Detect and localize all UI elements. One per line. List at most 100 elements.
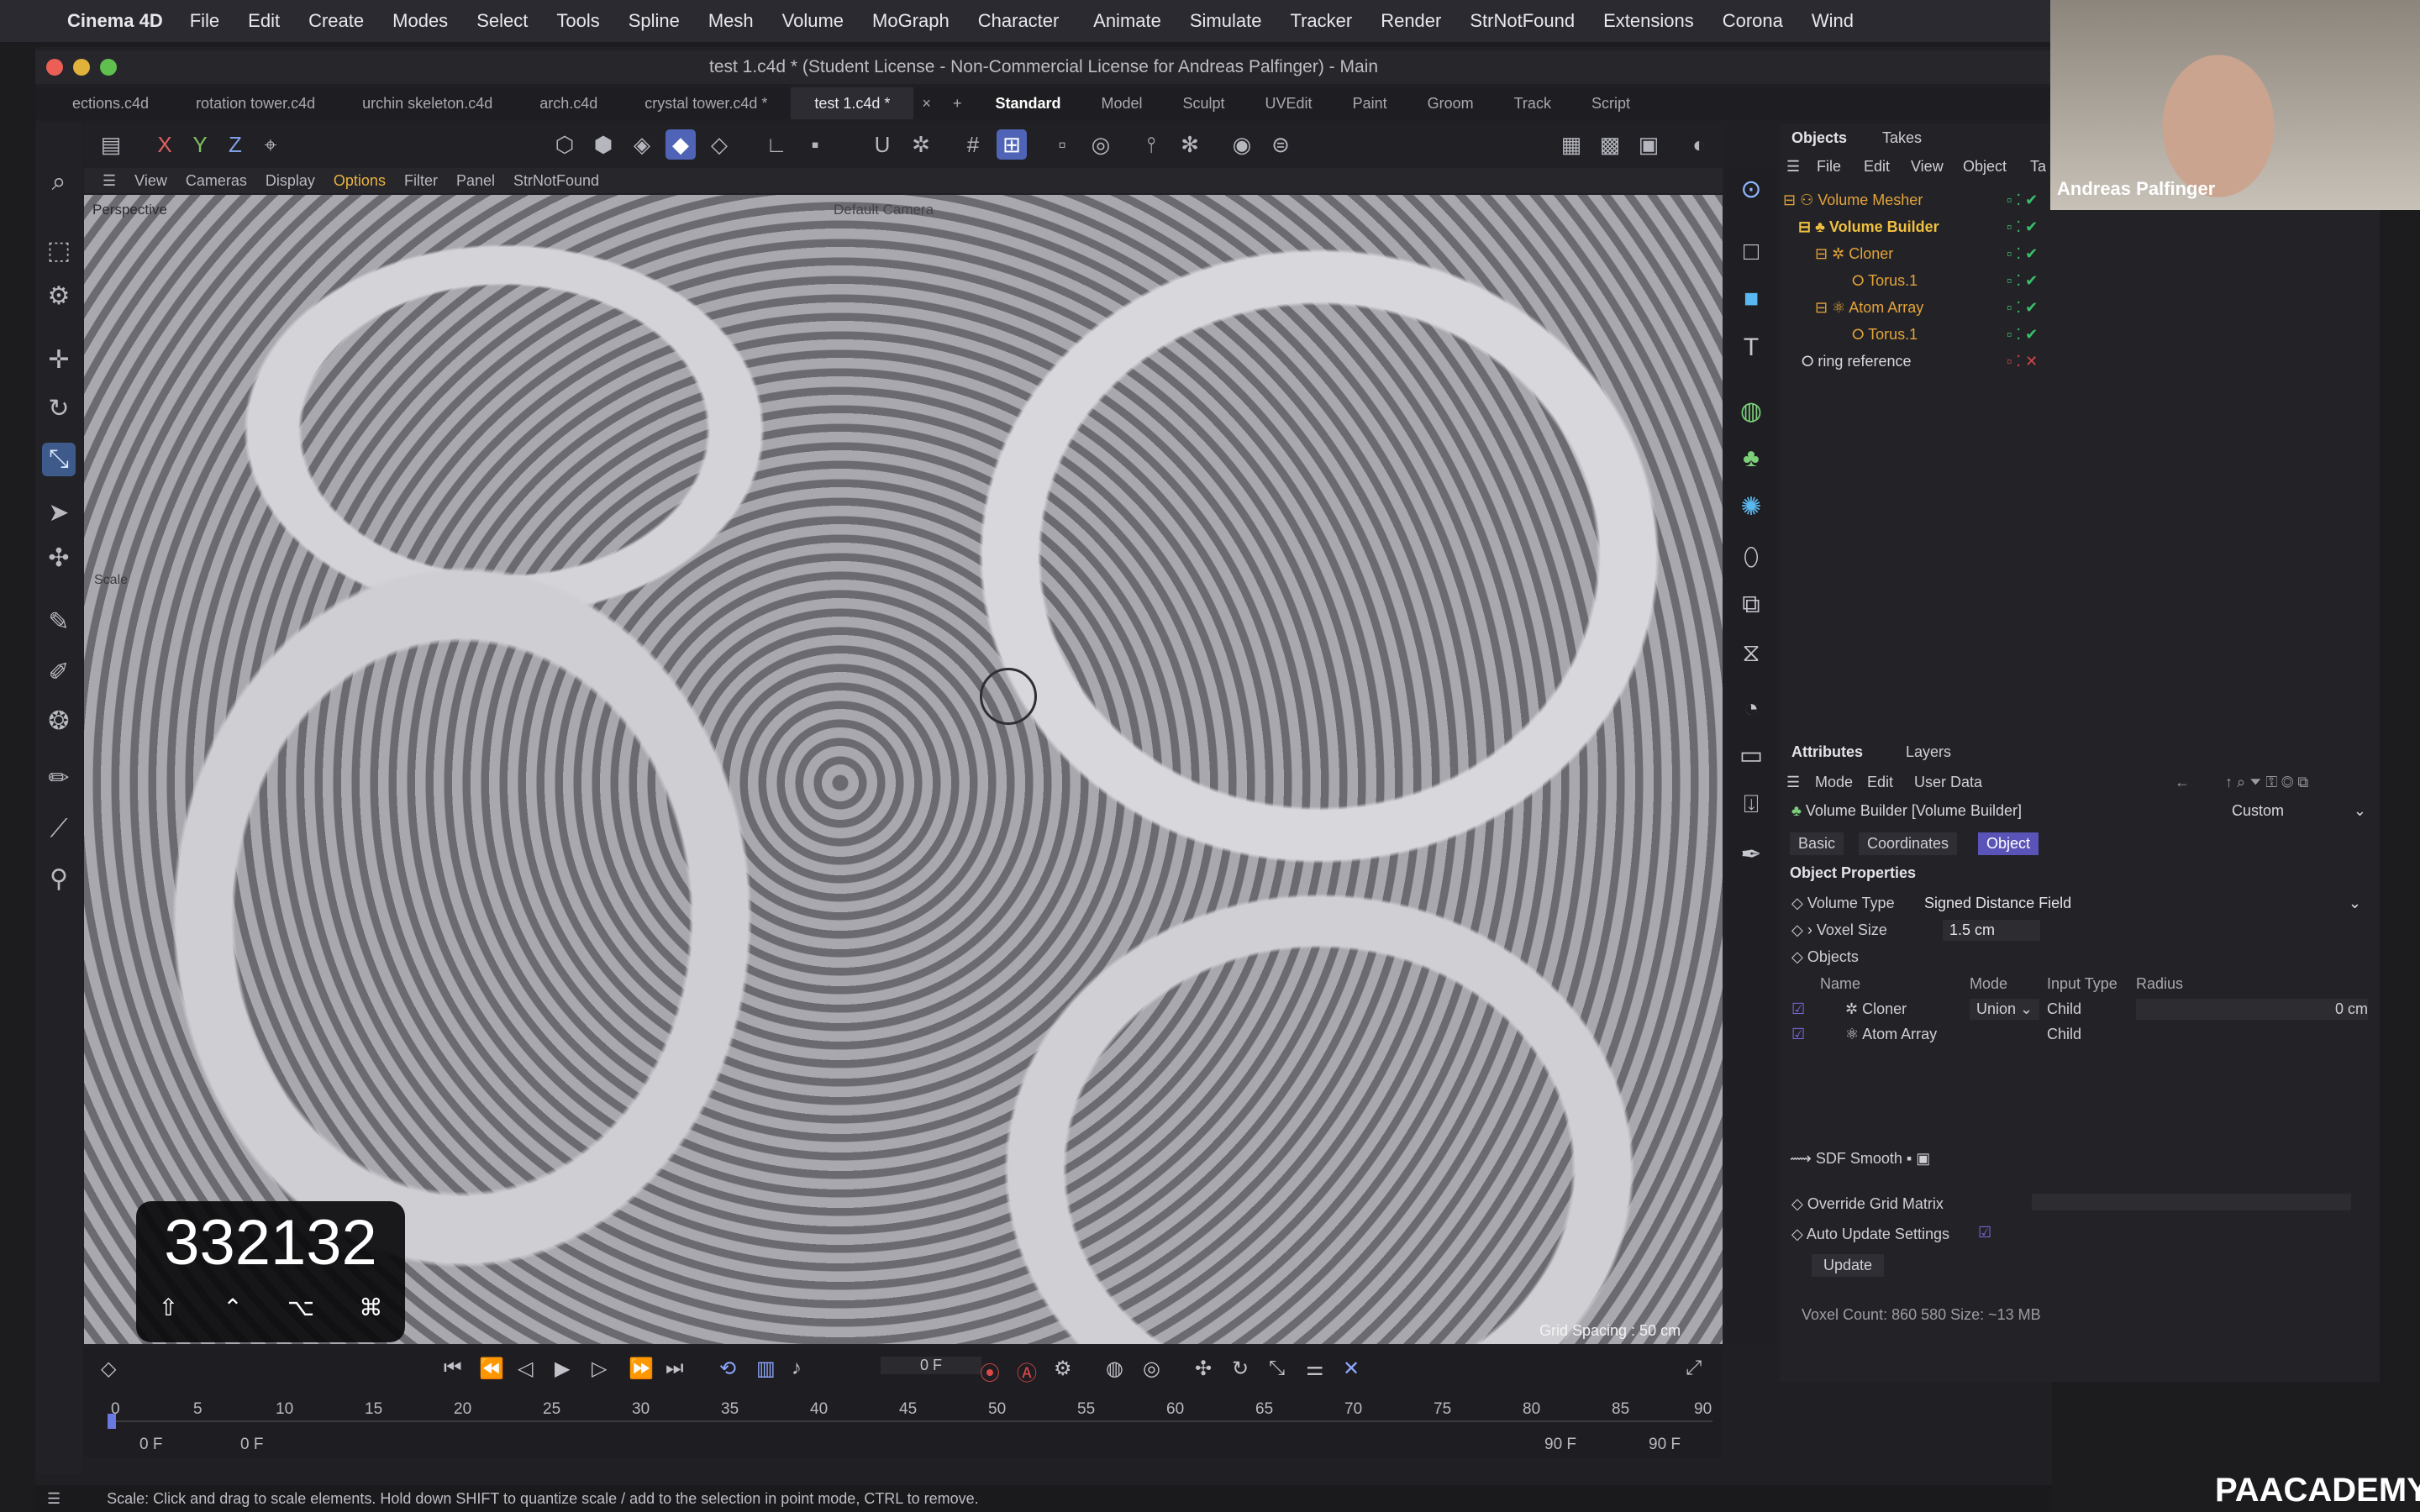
voxel-size-input[interactable]: 1.5 cm	[1943, 920, 2040, 941]
viewport-menu-strnotfound[interactable]: StrNotFound	[513, 172, 599, 190]
brush-icon[interactable]: ✏	[42, 762, 76, 795]
layout-standard[interactable]: Standard	[975, 95, 1081, 113]
snap-settings-icon[interactable]: ✲	[906, 129, 936, 160]
camera-label[interactable]: Default Camera	[834, 202, 934, 218]
menu-simulate[interactable]: Simulate	[1190, 10, 1262, 32]
paint-icon[interactable]: ✐	[42, 656, 76, 690]
tab-crystal-tower[interactable]: crystal tower.c4d *	[621, 95, 791, 113]
menu-strnotfound[interactable]: StrNotFound	[1470, 10, 1575, 32]
menu-tracker[interactable]: Tracker	[1290, 10, 1352, 32]
point-level-icon[interactable]: ✕	[1343, 1357, 1360, 1381]
menu-volume[interactable]: Volume	[782, 10, 844, 32]
primitive-cube-icon[interactable]: ■	[1734, 282, 1768, 316]
lock-x-axis-icon[interactable]: X	[150, 129, 180, 160]
layout-track[interactable]: Track	[1494, 95, 1571, 113]
tree-item-cloner[interactable]: ⊟ ✲ Cloner	[1815, 245, 1893, 263]
layout-model[interactable]: Model	[1081, 95, 1162, 113]
go-to-end-icon[interactable]: ⏭	[666, 1357, 684, 1380]
quantize-icon[interactable]: ⊞	[997, 129, 1027, 160]
lock-y-axis-icon[interactable]: Y	[185, 129, 215, 160]
menu-window[interactable]: Wind	[1812, 10, 1854, 32]
menu-corona[interactable]: Corona	[1723, 10, 1783, 32]
light-icon[interactable]: ⍗	[1734, 788, 1768, 822]
deformer-icon[interactable]: ✺	[1734, 491, 1768, 524]
menu-mograph[interactable]: MoGraph	[872, 10, 950, 32]
viewport-menu-view[interactable]: View	[134, 172, 167, 190]
solo-icon[interactable]: ▫	[1047, 129, 1077, 160]
tab-urchin-skeleton[interactable]: urchin skeleton.c4d	[339, 95, 516, 113]
tab-close-icon[interactable]: ×	[913, 95, 939, 113]
objects-menu-tags[interactable]: Ta	[2030, 158, 2046, 176]
tree-item-torus[interactable]: ⭘ Torus.1	[1852, 272, 1918, 290]
null-object-icon[interactable]: ⊙	[1734, 173, 1768, 207]
app-name[interactable]: Cinema 4D	[67, 10, 163, 32]
playback-rate-icon[interactable]: ▥	[756, 1357, 776, 1381]
visibility-check-icon[interactable]: ▫ ⁚ ✔	[2007, 218, 2038, 236]
next-frame-icon[interactable]: ▷	[592, 1357, 607, 1381]
selection-tool-icon[interactable]: ⬚	[42, 234, 76, 268]
autokey-icon[interactable]: Ⓐ	[1017, 1357, 1037, 1386]
tab-takes[interactable]: Takes	[1882, 129, 1922, 147]
volume-icon[interactable]: ⧉	[1734, 588, 1768, 622]
pen-icon[interactable]: ✒	[1734, 838, 1768, 872]
prev-frame-icon[interactable]: ◁	[518, 1357, 533, 1381]
render-view-icon[interactable]: ▩	[1595, 129, 1625, 160]
visibility-check-icon[interactable]: ▫ ⁚ ✔	[2007, 326, 2038, 344]
position-key-icon[interactable]: ✣	[1195, 1357, 1212, 1381]
timeline-expand-icon[interactable]: ⤢	[1686, 1357, 1702, 1380]
update-button[interactable]: Update	[1812, 1254, 1885, 1277]
rotation-key-icon[interactable]: ↻	[1232, 1357, 1249, 1381]
visibility-check-icon[interactable]: ▫ ⁚ ✔	[2007, 245, 2038, 263]
redshift-icon[interactable]: ◐	[1684, 129, 1714, 160]
tree-item-ring-reference[interactable]: ⭘ ring reference	[1802, 353, 1911, 370]
viewport-menu-cameras[interactable]: Cameras	[186, 172, 247, 190]
tab-attributes[interactable]: Attributes	[1791, 743, 1863, 761]
menu-edit[interactable]: Edit	[248, 10, 280, 32]
menu-file[interactable]: File	[190, 10, 219, 32]
new-tab-icon[interactable]: +	[939, 95, 976, 113]
layout-paint[interactable]: Paint	[1333, 95, 1407, 113]
row-checkbox[interactable]: ☑	[1791, 1026, 1805, 1043]
edges-mode-icon[interactable]: ⬢	[588, 129, 618, 160]
hamburger-icon[interactable]: ☰	[103, 172, 116, 190]
tree-item-atom-array[interactable]: ⊟ ⚛ Atom Array	[1815, 299, 1923, 317]
volume-type-dropdown[interactable]: Signed Distance Field ⌄	[1924, 895, 2361, 912]
target-icon[interactable]: ◎	[1086, 129, 1116, 160]
max-frame[interactable]: 90 F	[1649, 1436, 1681, 1454]
keyframe-icon[interactable]: ◇	[101, 1357, 116, 1381]
table-row[interactable]: ⚛ Atom Array	[1845, 1026, 1937, 1043]
knife-icon[interactable]: ⟋	[42, 812, 76, 846]
field-icon[interactable]: ⬯	[1734, 541, 1768, 575]
menu-create[interactable]: Create	[308, 10, 364, 32]
menu-render[interactable]: Render	[1381, 10, 1441, 32]
generator-icon[interactable]: ◍	[1734, 395, 1768, 428]
scene-icon[interactable]: ◔	[1734, 692, 1768, 726]
viewport-menu-display[interactable]: Display	[266, 172, 315, 190]
zoom-window-button[interactable]	[100, 59, 117, 76]
visibility-check-icon[interactable]: ▫ ⁚ ✔	[2007, 272, 2038, 290]
workplane-icon[interactable]: ∟	[761, 129, 792, 160]
sculpt-brush-icon[interactable]: ❂	[42, 705, 76, 738]
status-menu-icon[interactable]: ☰	[47, 1490, 60, 1507]
coordinate-system-icon[interactable]: ⌖	[255, 129, 286, 160]
viewport-menu-options[interactable]: Options	[334, 172, 386, 190]
key-settings-icon[interactable]: ⚙	[1054, 1357, 1072, 1381]
nav-back-icon[interactable]: ←	[2175, 774, 2190, 791]
visibility-check-icon[interactable]: ▫ ⁚ ✔	[2007, 192, 2038, 209]
tab-layers[interactable]: Layers	[1906, 743, 1951, 761]
row-checkbox[interactable]: ☑	[1791, 1000, 1805, 1018]
tree-item-volume-builder[interactable]: ⊟ ♣ Volume Builder	[1798, 218, 1939, 236]
sound-icon[interactable]: ♪	[792, 1357, 802, 1380]
menu-modes[interactable]: Modes	[392, 10, 448, 32]
attribute-tools-icon[interactable]: ↑ ⌕ ⏷ ⚿ ◎ ⧉	[2225, 774, 2308, 791]
tab-basic[interactable]: Basic	[1790, 832, 1844, 855]
tag-icon[interactable]: ⧖	[1734, 637, 1768, 670]
preview-end[interactable]: 90 F	[1544, 1436, 1576, 1454]
viewport-solo-icon[interactable]: ◉	[1227, 129, 1257, 160]
menu-character[interactable]: Character	[978, 10, 1060, 32]
layout-script[interactable]: Script	[1571, 95, 1650, 113]
axis-tool-icon[interactable]: ✣	[42, 542, 76, 575]
minimize-window-button[interactable]	[73, 59, 90, 76]
transfer-tool-icon[interactable]: ➤	[42, 496, 76, 530]
close-window-button[interactable]	[46, 59, 63, 76]
